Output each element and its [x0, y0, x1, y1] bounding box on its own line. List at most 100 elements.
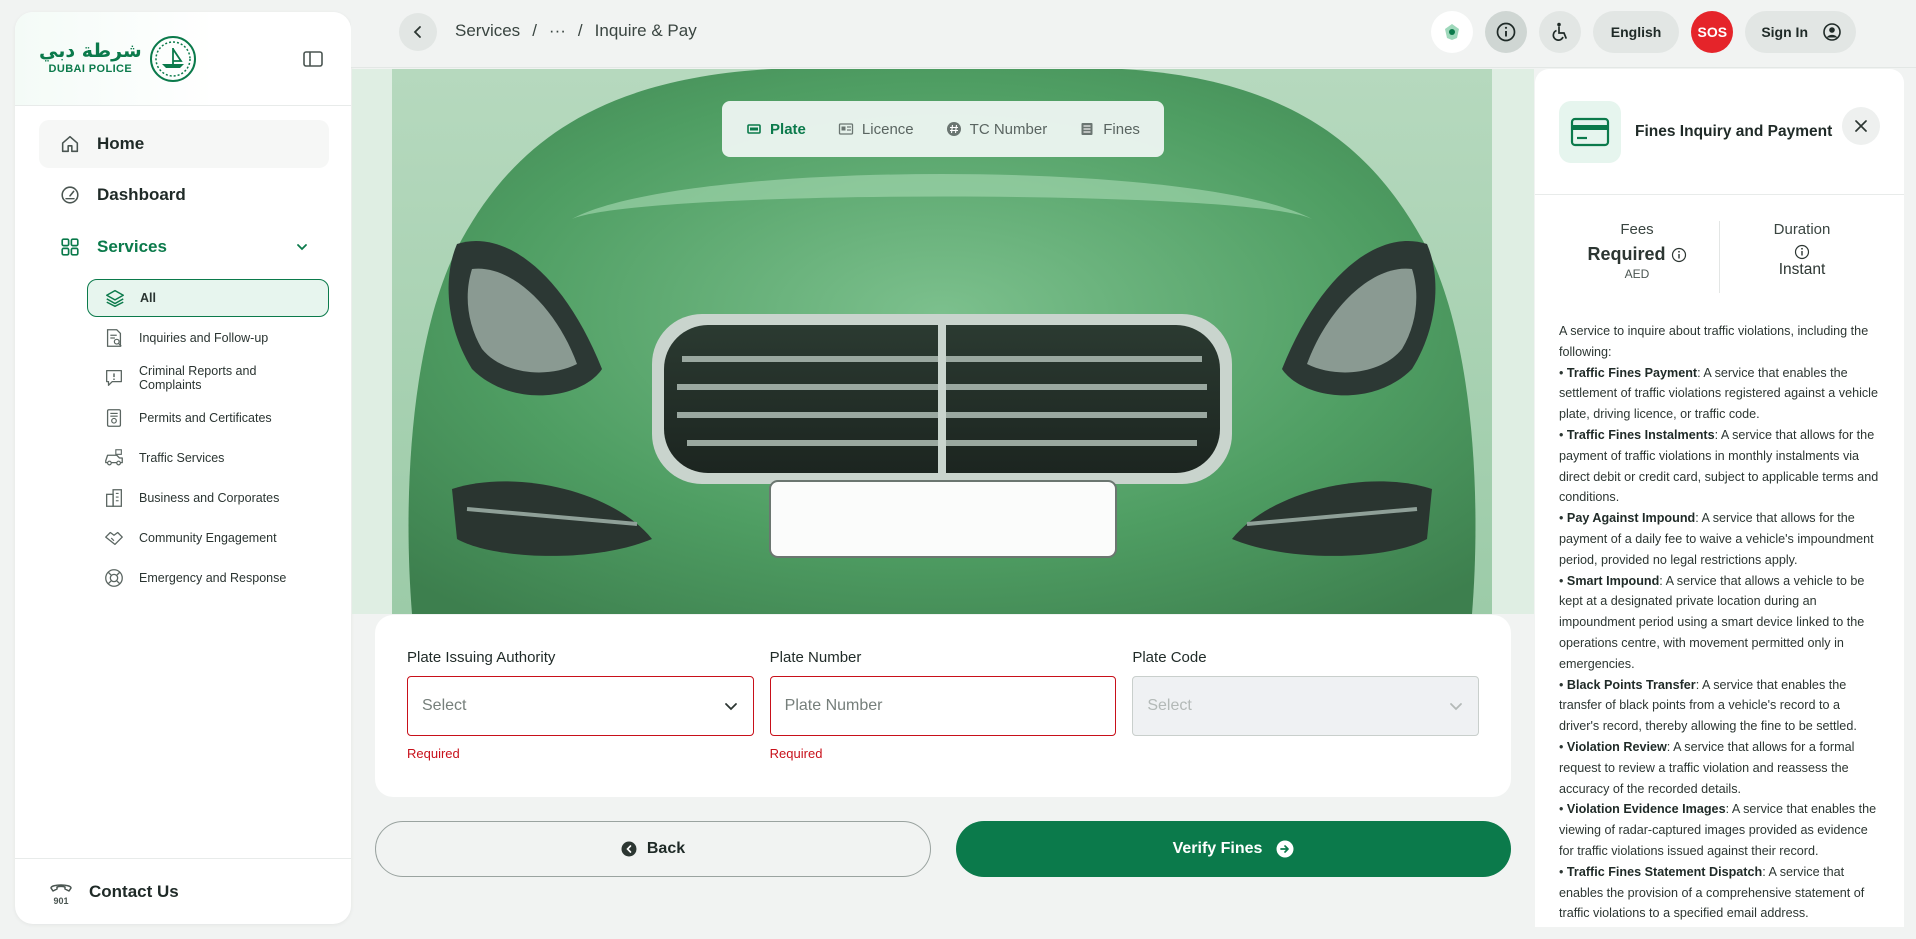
assistant-button[interactable] [1430, 11, 1473, 53]
sign-in-label: Sign In [1761, 24, 1808, 40]
close-panel-button[interactable] [1842, 107, 1880, 145]
document-search-icon [106, 329, 122, 347]
submenu-item-business[interactable]: Business and Corporates [87, 479, 329, 517]
report-icon [106, 370, 122, 386]
language-button[interactable]: English [1592, 11, 1680, 53]
submenu-item-criminal-reports[interactable]: Criminal Reports and Complaints [87, 359, 329, 397]
inquiry-type-tabs: Plate Licence TC Number Fines [722, 101, 1164, 157]
description-item: • Violation Review: A service that allow… [1559, 739, 1855, 796]
service-stats: Fees Required AED Duration Instant [1555, 221, 1884, 293]
breadcrumb-separator: / [532, 21, 537, 40]
accessibility-button[interactable] [1538, 11, 1581, 53]
contact-number: 901 [53, 896, 68, 906]
assistant-bot-icon [1444, 24, 1459, 40]
plate-code-placeholder: Select [1147, 697, 1192, 714]
tab-label: Licence [861, 120, 914, 138]
back-button-label: Back [646, 840, 686, 857]
description-item-text: : A service that allows a vehicle to be … [1559, 573, 1865, 671]
sidebar-collapse-icon[interactable] [301, 47, 325, 71]
fees-label: Fees [1620, 221, 1654, 238]
description-item: • Violation Evidence Images: A service t… [1559, 802, 1877, 858]
lifebuoy-icon [105, 569, 123, 587]
description-item-title: Traffic Fines Statement Dispatch [1566, 864, 1763, 879]
tab-tc-number[interactable]: TC Number [946, 120, 1048, 138]
fees-value: Required [1587, 244, 1686, 265]
description-item-title: Violation Review [1566, 739, 1667, 754]
breadcrumb-current: Inquire & Pay [594, 21, 697, 40]
description-item: • Traffic Fines Statement Dispatch: A se… [1559, 864, 1865, 921]
sos-button[interactable]: SOS [1691, 11, 1734, 53]
sidebar-nav: Home Dashboard Services All Inquiries an… [15, 106, 351, 597]
back-button[interactable]: Back [375, 821, 931, 877]
plate-authority-select[interactable]: Select [407, 676, 754, 736]
plate-number-placeholder: Plate Number [784, 697, 883, 714]
sidebar-item-label: Home [97, 134, 145, 153]
fees-currency: AED [1624, 267, 1650, 281]
handshake-icon [105, 531, 123, 546]
info-icon[interactable] [1794, 244, 1810, 260]
chevron-down-icon[interactable] [295, 240, 309, 254]
submenu-item-all[interactable]: All [87, 279, 329, 317]
submenu-item-label: All [140, 291, 156, 305]
dubai-police-logo[interactable]: شرطة دبي DUBAI POLICE [39, 34, 198, 84]
sidebar-item-home[interactable]: Home [39, 120, 329, 168]
hash-icon [946, 122, 961, 136]
info-icon[interactable] [1671, 247, 1687, 263]
user-icon [1823, 23, 1841, 41]
topbar-actions: English SOS Sign In [1430, 11, 1856, 53]
layers-icon [106, 289, 124, 308]
credit-card-icon [1570, 117, 1610, 146]
duration-label: Duration [1773, 221, 1831, 238]
arrow-left-circle-icon [621, 841, 637, 857]
description-item-title: Traffic Fines Payment [1566, 365, 1698, 380]
submenu-item-traffic[interactable]: Traffic Services [87, 439, 329, 477]
submenu-item-label: Inquiries and Follow-up [139, 331, 269, 345]
panel-service-icon [1559, 100, 1621, 163]
sidebar-item-label: Dashboard [97, 185, 186, 204]
description-item: • Pay Against Impound: A service that al… [1559, 511, 1874, 567]
plate-number-input[interactable]: Plate Number [769, 676, 1117, 736]
description-intro: A service to inquire about traffic viola… [1559, 324, 1869, 359]
sidebar-item-services[interactable]: Services [39, 223, 329, 271]
panel-header: Fines Inquiry and Payment [1535, 69, 1904, 195]
plate-icon [747, 124, 761, 134]
tab-plate[interactable]: Plate [746, 121, 806, 138]
breadcrumb-services[interactable]: Services [455, 21, 520, 41]
sidebar-item-dashboard[interactable]: Dashboard [39, 171, 329, 219]
description-item: • Black Points Transfer: A service that … [1559, 677, 1857, 734]
plate-code-field: Plate Code Select [1132, 649, 1480, 797]
contact-us-link[interactable]: 901 Contact Us [15, 858, 351, 924]
plate-authority-field: Plate Issuing Authority Select Required [407, 649, 754, 797]
tab-label: Fines [1103, 120, 1140, 138]
submenu-item-community[interactable]: Community Engagement [87, 519, 329, 557]
fees-value-text: Required [1587, 244, 1666, 264]
breadcrumb-more[interactable]: ··· [549, 21, 566, 41]
submenu-item-emergency[interactable]: Emergency and Response [87, 559, 329, 597]
info-button[interactable] [1484, 11, 1527, 53]
fees-stat: Fees Required AED [1555, 221, 1719, 293]
description-item-title: Smart Impound [1566, 573, 1660, 588]
plate-authority-label: Plate Issuing Authority [407, 649, 556, 666]
contact-us-label: Contact Us [89, 881, 179, 901]
submenu-item-label: Emergency and Response [139, 571, 287, 585]
tab-fines[interactable]: Fines [1079, 121, 1140, 138]
nav-back-button[interactable] [399, 13, 437, 51]
phone-icon: 901 [50, 883, 72, 906]
submenu-item-permits[interactable]: Permits and Certificates [87, 399, 329, 437]
verify-fines-button[interactable]: Verify Fines [956, 821, 1511, 877]
tab-licence[interactable]: Licence [838, 121, 914, 138]
sidebar-item-label: Services [97, 237, 167, 256]
sidebar: شرطة دبي DUBAI POLICE Home Dashboard Ser… [15, 12, 351, 924]
panel-title: Fines Inquiry and Payment [1635, 122, 1833, 140]
plate-authority-error: Required [407, 746, 460, 761]
submenu-item-inquiries[interactable]: Inquiries and Follow-up [87, 319, 329, 357]
sign-in-button[interactable]: Sign In [1745, 11, 1856, 53]
home-icon [61, 135, 79, 153]
service-info-panel: Fines Inquiry and Payment Fees Required … [1535, 69, 1904, 927]
plate-number-error: Required [769, 746, 823, 761]
car-icon [105, 449, 123, 466]
submenu-item-label: Business and Corporates [139, 491, 280, 505]
tab-label: TC Number [969, 120, 1048, 138]
plate-number-label: Plate Number [769, 649, 862, 666]
topbar: Services / ··· / Inquire & Pay English S… [351, 0, 1916, 68]
